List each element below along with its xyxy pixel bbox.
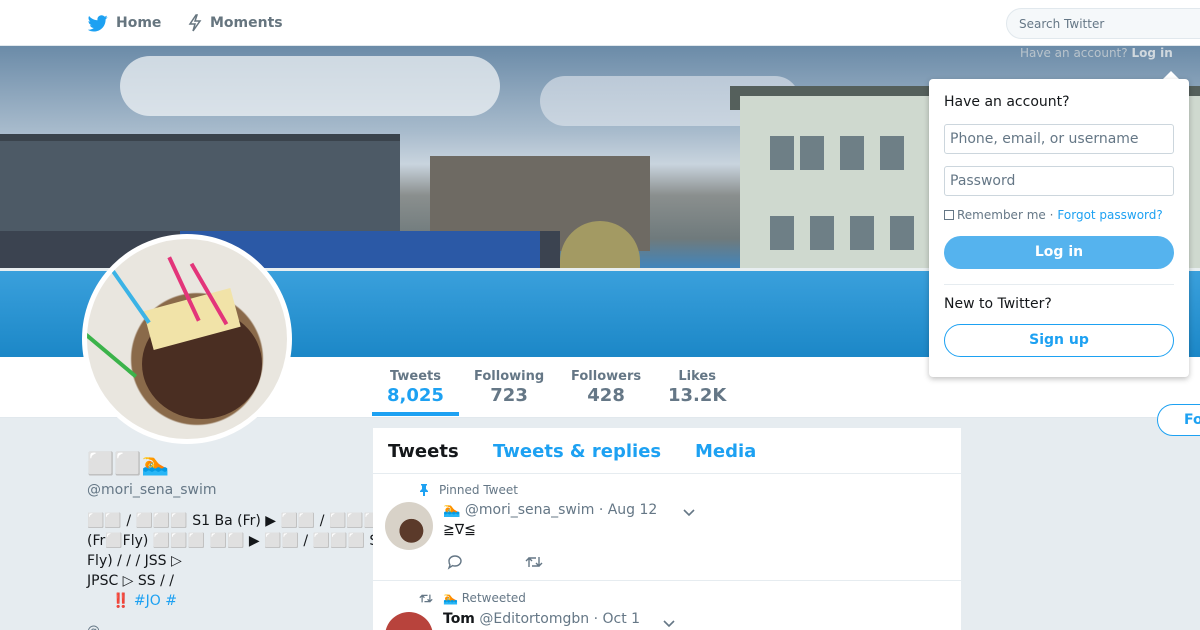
stat-following[interactable]: Following 723 [474,369,544,406]
tweet-item[interactable]: Pinned Tweet 🏊 @mori_sena_swim · Aug 12 … [373,474,961,581]
password-field[interactable] [944,166,1174,196]
tweet-date[interactable]: · Oct 1 [594,611,640,627]
divider [944,284,1174,285]
active-stat-underline [372,412,459,416]
signup-button[interactable]: Sign up [944,324,1174,357]
tweet-author-name[interactable]: Tom [443,611,475,627]
bio-line: Fly) / / / JSS ▷ [87,553,182,569]
login-trigger[interactable]: Have an account? Log in [1020,46,1173,60]
tweet-context: 🏊 Retweeted [419,591,526,605]
timeline: Tweets Tweets & replies Media Pinned Twe… [373,428,961,630]
remember-row: Remember me · Forgot password? [944,208,1163,222]
retweet-icon[interactable] [525,554,543,574]
tweet-context-label: Pinned Tweet [439,483,518,497]
stat-value: 723 [490,385,528,406]
stat-likes[interactable]: Likes 13.2K [668,369,726,406]
timeline-tabs: Tweets Tweets & replies Media [373,428,961,474]
bio-line: (Fr⬜Fly) ⬜⬜⬜ ⬜⬜ ▶ ⬜⬜ / ⬜⬜⬜ S1 Ba (Fr⬜ [87,533,450,549]
tweet-item[interactable]: 🏊 Retweeted Tom @Editortomgbn · Oct 1 [373,582,961,630]
tweet-header: 🏊 @mori_sena_swim · Aug 12 [443,502,657,518]
tweet-context-label: 🏊 Retweeted [443,591,526,605]
username-field[interactable] [944,124,1174,154]
tweet-avatar[interactable] [385,612,433,630]
double-exclamation-icon: ‼️ [112,593,130,609]
login-trigger-text: Have an account? [1020,46,1128,60]
stat-followers[interactable]: Followers 428 [571,369,641,406]
chevron-down-icon[interactable] [663,617,675,630]
tab-media[interactable]: Media [695,441,756,462]
tweet-date[interactable]: · Aug 12 [599,502,658,518]
login-trigger-link[interactable]: Log in [1131,46,1172,60]
tweet-avatar[interactable] [385,502,433,550]
stat-value: 8,025 [387,385,444,406]
profile-name: ⬜⬜🏊 [87,452,170,477]
avatar[interactable] [82,234,292,444]
twitter-bird-icon [88,14,108,32]
nav-moments-label: Moments [210,15,283,31]
tweet-header: Tom @Editortomgbn · Oct 1 [443,611,640,627]
forgot-password-link[interactable]: Forgot password? [1057,208,1162,222]
stat-value: 428 [587,385,625,406]
bio-line: ⬜⬜ / ⬜⬜⬜ S1 Ba (Fr) ▶ ⬜⬜ / ⬜⬜⬜ S1 Ba [87,513,427,529]
tweet-text: ≧∇≦ [443,522,476,538]
tweet-actions [447,554,543,574]
new-to-twitter-heading: New to Twitter? [944,296,1052,312]
profile-location: @ ... [87,624,117,630]
hashtag-link[interactable]: #JO # [134,593,177,609]
tab-tweets-replies[interactable]: Tweets & replies [493,441,661,462]
tweet-context: Pinned Tweet [419,483,518,497]
tweet-author-handle[interactable]: @Editortomgbn [479,611,589,627]
profile-hashtags: ‼️ #JO # [112,591,177,611]
tab-tweets[interactable]: Tweets [388,441,459,462]
retweet-icon [419,593,433,604]
stat-label: Following [474,369,545,384]
chevron-down-icon[interactable] [683,506,695,520]
have-account-heading: Have an account? [944,94,1070,110]
remember-checkbox[interactable] [944,210,954,220]
profile-bio: ⬜⬜ / ⬜⬜⬜ S1 Ba (Fr) ▶ ⬜⬜ / ⬜⬜⬜ S1 Ba (Fr… [87,511,450,591]
search-input[interactable]: Search Twitter [1006,8,1200,39]
follow-button[interactable]: Fo [1157,404,1200,436]
pin-icon [419,484,429,496]
remember-label: Remember me · [957,208,1054,222]
stat-label: Likes [678,369,716,384]
nav-moments[interactable]: Moments [188,0,283,46]
stat-label: Tweets [389,369,441,384]
login-dropdown: Have an account? Remember me · Forgot pa… [929,79,1189,377]
profile-handle[interactable]: @mori_sena_swim [87,482,216,498]
stat-label: Followers [571,369,642,384]
reply-icon[interactable] [447,554,463,574]
tweet-author[interactable]: 🏊 @mori_sena_swim [443,502,594,518]
login-button[interactable]: Log in [944,236,1174,269]
nav-home-label: Home [116,15,162,31]
bio-line: JPSC ▷ SS / / [87,573,175,589]
lightning-icon [188,14,202,32]
stat-tweets[interactable]: Tweets 8,025 [387,369,444,406]
top-navigation: Home Moments Search Twitter [0,0,1200,46]
nav-home[interactable]: Home [88,0,161,46]
stat-value: 13.2K [668,385,727,406]
